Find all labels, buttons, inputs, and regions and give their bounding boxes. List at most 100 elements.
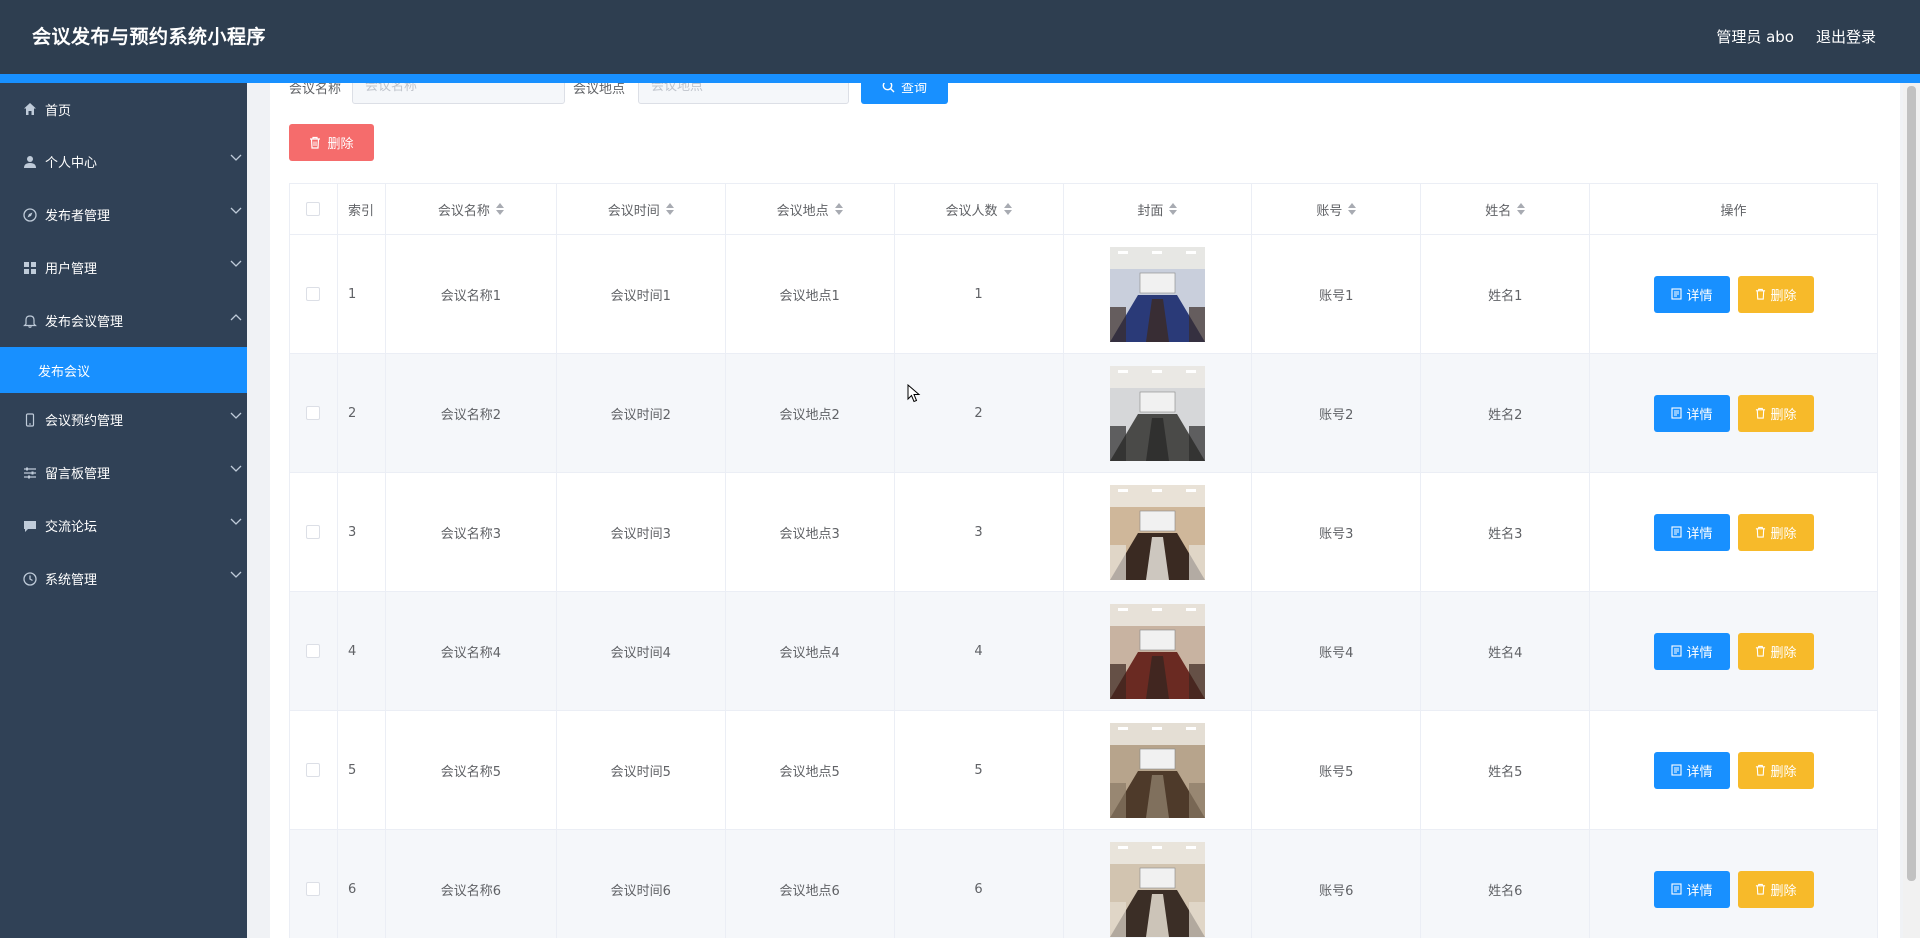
chevron-down-icon xyxy=(230,154,242,161)
sidebar-subitem-publish-meeting[interactable]: 发布会议 xyxy=(0,347,247,393)
query-button-label: 查询 xyxy=(900,83,927,96)
detail-button[interactable]: 详情 xyxy=(1653,394,1730,432)
delete-button[interactable]: 删除 xyxy=(1737,870,1814,908)
header-label: 会议地点 xyxy=(776,203,829,219)
header-label: 会议人数 xyxy=(945,203,998,219)
logout-link[interactable]: 退出登录 xyxy=(1816,26,1876,47)
sort-icon xyxy=(834,203,843,215)
delete-button-label: 删除 xyxy=(1770,883,1797,899)
cell-location: 会议地点2 xyxy=(726,354,895,472)
cell-time: 会议时间3 xyxy=(557,473,726,591)
sort-icon xyxy=(1169,203,1178,215)
sidebar-item-publishers[interactable]: 发布者管理 xyxy=(0,188,247,241)
content-card: 会议名称 会议地点 查询 删除 索引 会议名称 会议时间 会议地点 会议人数 封… xyxy=(270,83,1900,938)
cell-ops: 详情 删除 xyxy=(1590,473,1878,591)
sidebar-item-users[interactable]: 用户管理 xyxy=(0,241,247,294)
header-label: 会议时间 xyxy=(607,203,660,219)
trash-icon xyxy=(1755,645,1765,657)
delete-button[interactable]: 删除 xyxy=(1737,513,1814,551)
delete-button[interactable]: 删除 xyxy=(1737,275,1814,313)
cell-cover xyxy=(1064,830,1253,938)
delete-button[interactable]: 删除 xyxy=(1737,394,1814,432)
delete-button[interactable]: 删除 xyxy=(1737,751,1814,789)
sidebar-item-label: 用户管理 xyxy=(45,262,98,277)
header-username[interactable]: 姓名 xyxy=(1421,184,1591,234)
home-icon xyxy=(22,101,38,117)
sidebar-item-reservations[interactable]: 会议预约管理 xyxy=(0,393,247,446)
sidebar-item-system[interactable]: 系统管理 xyxy=(0,552,247,605)
table-row: 4 会议名称4 会议时间4 会议地点4 4 账号4 姓名4 详情 删除 xyxy=(290,592,1878,711)
cell-index: 4 xyxy=(338,592,386,710)
table-row: 6 会议名称6 会议时间6 会议地点6 6 账号6 姓名6 详情 删除 xyxy=(290,830,1878,938)
chevron-down-icon xyxy=(230,571,242,578)
chevron-down-icon xyxy=(230,260,242,267)
meeting-location-input[interactable] xyxy=(638,83,849,104)
sort-icon xyxy=(1003,203,1012,215)
trash-icon xyxy=(1755,407,1765,419)
detail-button[interactable]: 详情 xyxy=(1653,513,1730,551)
detail-button-label: 详情 xyxy=(1686,526,1713,542)
search-icon xyxy=(882,83,895,92)
document-icon xyxy=(1670,883,1682,895)
cover-image[interactable] xyxy=(1109,246,1205,342)
cell-index: 2 xyxy=(338,354,386,472)
detail-button-label: 详情 xyxy=(1686,407,1713,423)
table-header: 索引 会议名称 会议时间 会议地点 会议人数 封面 账号 姓名 操作 xyxy=(290,184,1878,235)
sidebar-item-profile[interactable]: 个人中心 xyxy=(0,135,247,188)
row-checkbox[interactable] xyxy=(306,882,321,896)
query-button[interactable]: 查询 xyxy=(861,83,948,104)
sidebar-item-messages[interactable]: 留言板管理 xyxy=(0,446,247,499)
header-name[interactable]: 会议名称 xyxy=(386,184,557,234)
batch-delete-button[interactable]: 删除 xyxy=(289,124,374,161)
detail-button[interactable]: 详情 xyxy=(1653,870,1730,908)
vertical-scrollbar[interactable] xyxy=(1903,83,1920,938)
cell-username: 姓名5 xyxy=(1421,711,1591,829)
row-checkbox-cell xyxy=(290,830,338,938)
cell-ops: 详情 删除 xyxy=(1590,711,1878,829)
header-checkbox-cell xyxy=(290,184,338,234)
row-checkbox[interactable] xyxy=(306,525,321,539)
detail-button[interactable]: 详情 xyxy=(1653,751,1730,789)
cell-username: 姓名4 xyxy=(1421,592,1591,710)
row-checkbox[interactable] xyxy=(306,406,321,420)
cell-account: 账号5 xyxy=(1252,711,1422,829)
detail-button[interactable]: 详情 xyxy=(1653,275,1730,313)
cover-image[interactable] xyxy=(1109,841,1205,937)
cell-account: 账号2 xyxy=(1252,354,1422,472)
header-count[interactable]: 会议人数 xyxy=(895,184,1064,234)
header-location[interactable]: 会议地点 xyxy=(726,184,895,234)
chevron-down-icon xyxy=(230,207,242,214)
delete-button[interactable]: 删除 xyxy=(1737,632,1814,670)
cell-time: 会议时间1 xyxy=(557,235,726,353)
table-row: 2 会议名称2 会议时间2 会议地点2 2 账号2 姓名2 详情 删除 xyxy=(290,354,1878,473)
cover-image[interactable] xyxy=(1109,365,1205,461)
meeting-name-input[interactable] xyxy=(352,83,565,104)
sliders-icon xyxy=(22,465,38,481)
detail-button[interactable]: 详情 xyxy=(1653,632,1730,670)
cell-cover xyxy=(1064,473,1253,591)
cell-count: 4 xyxy=(895,592,1064,710)
row-checkbox[interactable] xyxy=(306,287,321,301)
trash-icon xyxy=(1755,526,1765,538)
cover-image[interactable] xyxy=(1109,722,1205,818)
cell-name: 会议名称3 xyxy=(386,473,557,591)
header-time[interactable]: 会议时间 xyxy=(557,184,726,234)
cover-image[interactable] xyxy=(1109,603,1205,699)
delete-button-label: 删除 xyxy=(1770,288,1797,304)
header-index: 索引 xyxy=(338,184,386,234)
sidebar-item-meeting-publish[interactable]: 发布会议管理 xyxy=(0,294,247,347)
cell-cover xyxy=(1064,592,1253,710)
row-checkbox[interactable] xyxy=(306,644,321,658)
cover-image[interactable] xyxy=(1109,484,1205,580)
mouse-cursor-icon xyxy=(907,384,921,403)
row-checkbox[interactable] xyxy=(306,763,321,777)
header-cover[interactable]: 封面 xyxy=(1064,184,1253,234)
meeting-name-label: 会议名称 xyxy=(289,83,342,97)
sidebar-item-forum[interactable]: 交流论坛 xyxy=(0,499,247,552)
sidebar-item-home[interactable]: 首页 xyxy=(0,83,247,135)
row-checkbox-cell xyxy=(290,354,338,472)
document-icon xyxy=(1670,764,1682,776)
scrollbar-thumb[interactable] xyxy=(1907,86,1916,881)
select-all-checkbox[interactable] xyxy=(306,202,321,216)
header-account[interactable]: 账号 xyxy=(1252,184,1422,234)
